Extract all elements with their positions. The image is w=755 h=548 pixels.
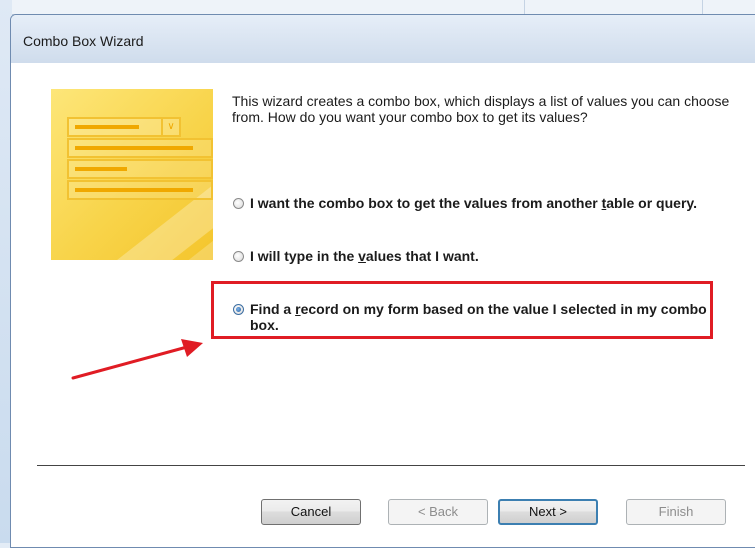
radio-type-values[interactable] bbox=[233, 251, 244, 262]
option-label: I will type in the values that I want. bbox=[250, 248, 479, 264]
next-button[interactable]: Next > bbox=[498, 499, 598, 525]
illustration-bar bbox=[75, 167, 127, 171]
strip-divider bbox=[702, 0, 703, 14]
button-separator bbox=[37, 465, 745, 467]
option-label: I want the combo box to get the values f… bbox=[250, 195, 698, 211]
chevron-down-icon: ∨ bbox=[161, 117, 181, 137]
red-arrow-icon bbox=[71, 339, 203, 380]
finish-button[interactable]: Finish bbox=[626, 499, 726, 525]
cancel-button[interactable]: Cancel bbox=[261, 499, 361, 525]
illustration-combo: ∨ bbox=[67, 117, 181, 137]
strip-divider bbox=[524, 0, 525, 14]
radio-another-table[interactable] bbox=[233, 198, 244, 209]
illustration-list-row bbox=[67, 138, 213, 158]
intro-text: This wizard creates a combo box, which d… bbox=[232, 93, 730, 125]
illustration-list-row bbox=[67, 180, 213, 200]
illustration-list-row bbox=[67, 159, 213, 179]
illustration-bar bbox=[75, 125, 139, 129]
back-button[interactable]: < Back bbox=[388, 499, 488, 525]
illustration-bar bbox=[75, 188, 193, 192]
combo-box-illustration-icon: ∨ bbox=[51, 89, 213, 260]
wizard-body: ∨ This wizard creates a combo box, which… bbox=[11, 63, 755, 547]
combo-box-wizard-dialog: Combo Box Wizard ∨ This wizard creates a… bbox=[10, 14, 755, 548]
title-bar[interactable]: Combo Box Wizard bbox=[11, 15, 755, 64]
window-title: Combo Box Wizard bbox=[23, 33, 144, 49]
illustration-bar bbox=[75, 146, 193, 150]
highlight-box bbox=[211, 281, 713, 339]
background-window-strip bbox=[12, 0, 755, 15]
